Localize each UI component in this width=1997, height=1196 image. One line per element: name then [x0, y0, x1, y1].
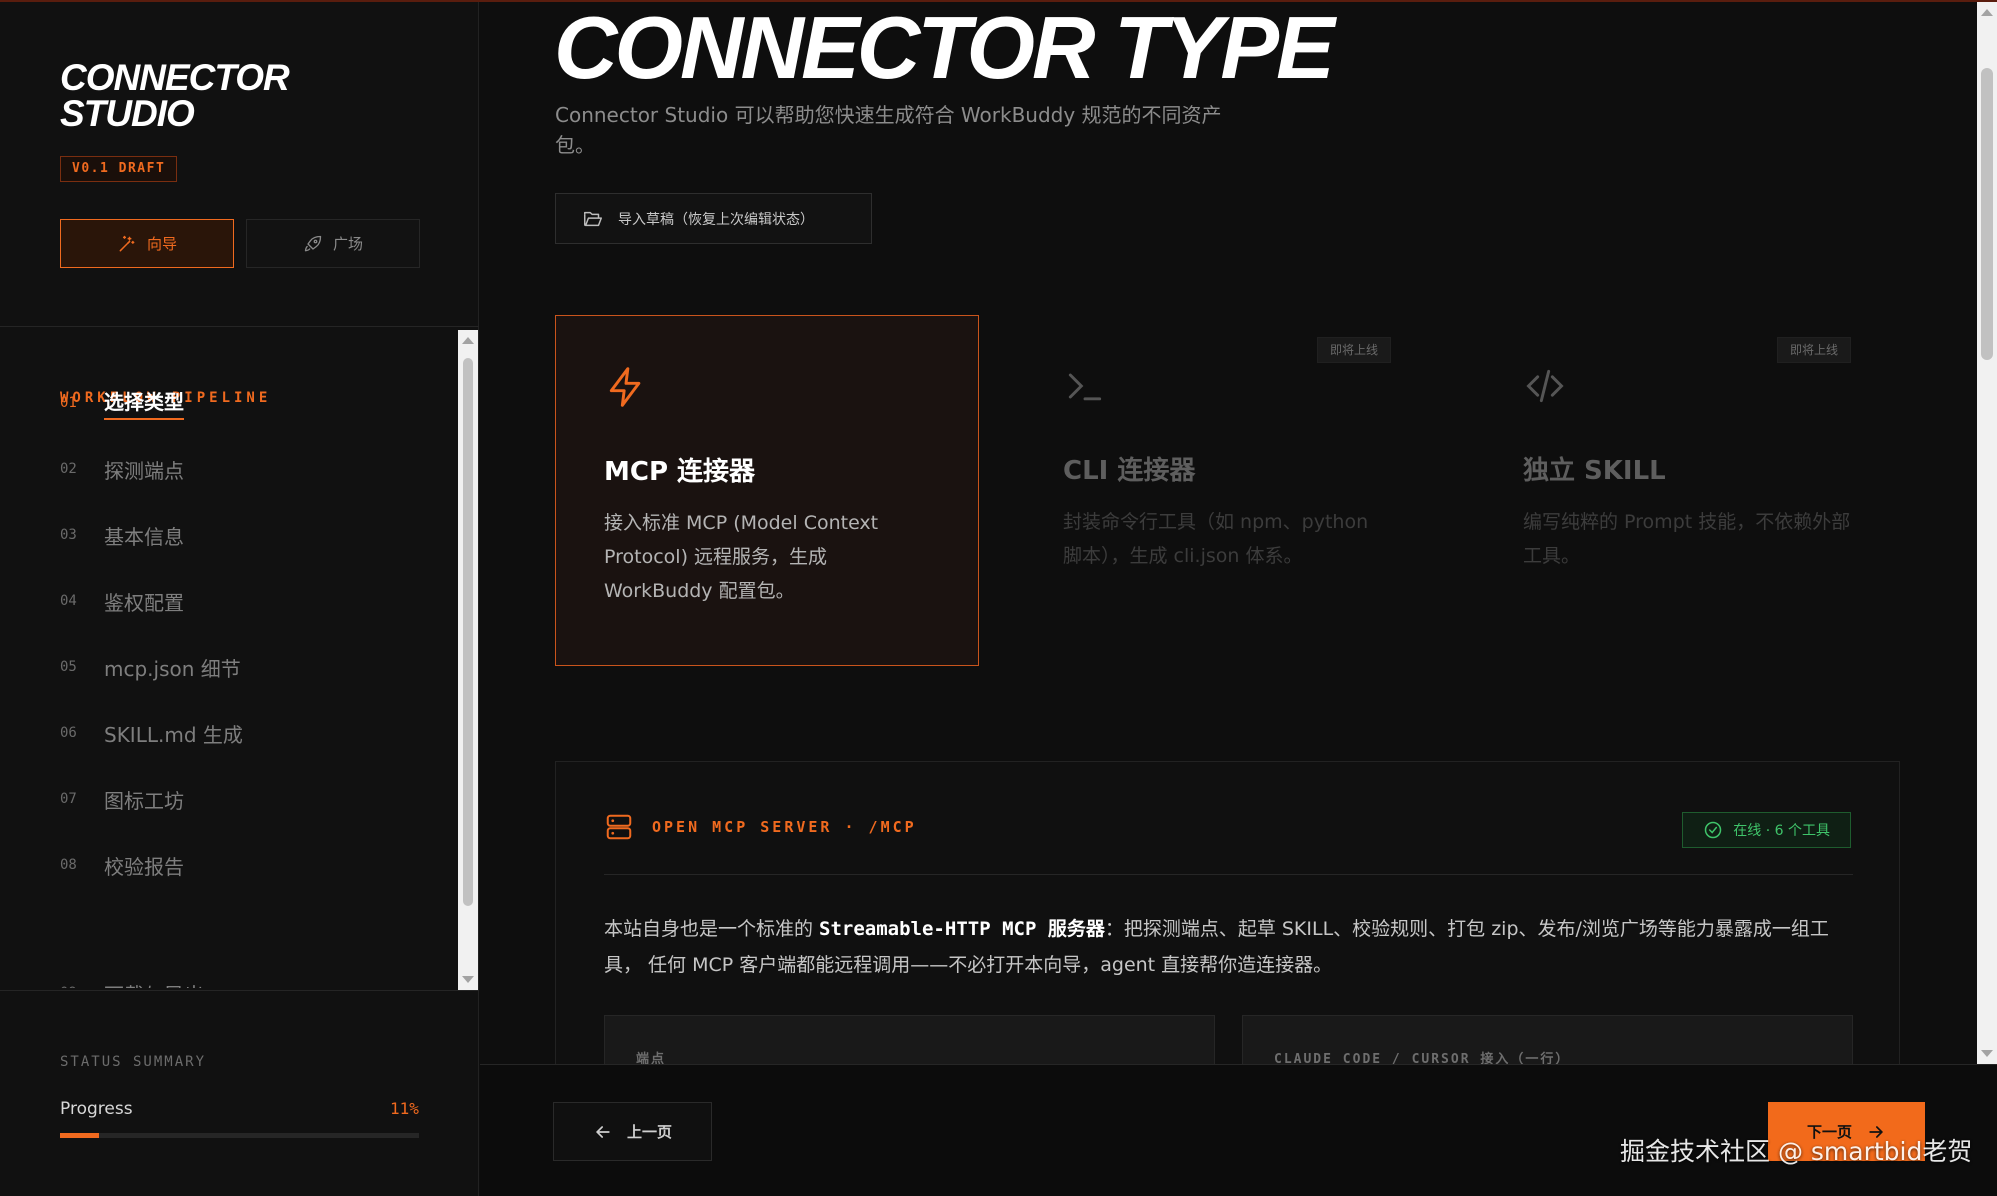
step-number: 09 — [60, 985, 104, 988]
magic-wand-icon — [119, 235, 135, 251]
mcp-panel-title: OPEN MCP SERVER · /MCP — [652, 818, 917, 836]
rocket-icon — [304, 235, 322, 251]
mcp-text-code: Streamable-HTTP MCP 服务器 — [819, 918, 1105, 940]
check-circle-icon — [1705, 821, 1722, 839]
progress-bar — [60, 1133, 419, 1138]
card-title: 独立 SKILL — [1523, 456, 1666, 486]
import-draft-label: 导入草稿（恢复上次编辑状态） — [618, 211, 814, 228]
card-title: CLI 连接器 — [1063, 456, 1196, 486]
main-scrollbar[interactable] — [1977, 2, 1997, 1064]
brand-line-2: STUDIO — [60, 93, 195, 134]
sidebar-divider — [0, 326, 479, 327]
wizard-button[interactable]: 向导 — [60, 219, 234, 268]
scrollbar-thumb[interactable] — [1981, 68, 1993, 360]
sidebar: CONNECTOR STUDIO V0.1 DRAFT 向导 广场 WORKFL… — [0, 2, 479, 1196]
mcp-panel-header: OPEN MCP SERVER · /MCP — [604, 812, 917, 842]
scroll-down-arrow-icon[interactable] — [462, 976, 474, 983]
online-status-text: 在线 · 6 个工具 — [1733, 823, 1830, 839]
step-label: 图标工坊 — [104, 788, 184, 813]
step-number: 01 — [60, 395, 77, 411]
pipeline-step-select-type[interactable]: 01 选择类型 — [60, 383, 184, 423]
brand-line-1: CONNECTOR — [60, 57, 290, 98]
lightning-icon — [609, 367, 641, 407]
step-number: 06 — [60, 725, 77, 741]
step-label: 探测端点 — [104, 458, 184, 483]
brand-logo: CONNECTOR STUDIO — [60, 57, 290, 134]
terminal-icon — [1068, 373, 1102, 401]
step-number: 04 — [60, 593, 77, 609]
arrow-left-icon — [596, 1125, 610, 1138]
coming-soon-badge: 即将上线 — [1776, 337, 1851, 363]
pipeline-step-auth-config[interactable]: 04 鉴权配置 — [60, 581, 184, 621]
pipeline-step-validation-report[interactable]: 08 校验报告 — [60, 845, 184, 885]
card-description: 编写纯粹的 Prompt 技能，不依赖外部工具。 — [1523, 511, 1851, 567]
step-label: 下载与导出 — [104, 979, 204, 989]
progress-bar-fill — [60, 1133, 100, 1138]
mcp-text-prefix: 本站自身也是一个标准的 — [604, 918, 820, 940]
main-content: CONNECTOR TYPE Connector Studio 可以帮助您快速生… — [480, 2, 1977, 1064]
pipeline-step-icon-workshop[interactable]: 07 图标工坊 — [60, 779, 184, 819]
type-card-skill: 即将上线 独立 SKILL 编写纯粹的 Prompt 技能，不依赖外部工具。 — [1475, 315, 1899, 666]
endpoint-box: 端点 — [604, 1015, 1215, 1064]
scroll-up-arrow-icon[interactable] — [1981, 9, 1993, 16]
code-icon — [1526, 369, 1564, 403]
card-description: 封装命令行工具（如 npm、python 脚本），生成 cli.json 体系。 — [1063, 511, 1369, 567]
mcp-panel-description: 本站自身也是一个标准的 Streamable-HTTP MCP 服务器：把探测端… — [604, 911, 1853, 983]
card-description: 接入标准 MCP (Model Context Protocol) 远程服务，生… — [604, 512, 879, 602]
page-description: Connector Studio 可以帮助您快速生成符合 WorkBuddy 规… — [555, 103, 1222, 157]
progress-label: Progress — [60, 1099, 133, 1119]
step-label: mcp.json 细节 — [104, 656, 241, 681]
sidebar-divider-bottom — [0, 990, 479, 991]
folder-open-icon — [584, 211, 602, 226]
claude-cursor-label: CLAUDE CODE / CURSOR 接入（一行） — [1274, 1052, 1571, 1064]
plaza-button[interactable]: 广场 — [246, 219, 420, 268]
page-title: CONNECTOR TYPE — [554, 2, 1335, 97]
plaza-label: 广场 — [332, 235, 363, 253]
status-summary-title: STATUS SUMMARY — [60, 1054, 207, 1070]
step-number: 03 — [60, 527, 77, 543]
sidebar-scrollbar[interactable] — [458, 330, 478, 990]
step-number: 08 — [60, 857, 77, 873]
pipeline-list: WORKFLOW PIPELINE 01 选择类型 02 探测端点 03 基本信… — [0, 328, 458, 988]
endpoint-label: 端点 — [636, 1052, 667, 1064]
type-card-cli: 即将上线 CLI 连接器 封装命令行工具（如 npm、python 脚本），生成… — [1015, 315, 1439, 666]
scroll-up-arrow-icon[interactable] — [462, 337, 474, 344]
step-number: 05 — [60, 659, 77, 675]
pipeline-step-probe-endpoint[interactable]: 02 探测端点 — [60, 449, 184, 489]
step-label: 基本信息 — [104, 524, 184, 549]
import-draft-button[interactable]: 导入草稿（恢复上次编辑状态） — [555, 193, 872, 244]
coming-soon-badge: 即将上线 — [1316, 337, 1391, 363]
open-mcp-server-panel: OPEN MCP SERVER · /MCP 在线 · 6 个工具 本站自身也是… — [555, 761, 1900, 1064]
claude-cursor-box: CLAUDE CODE / CURSOR 接入（一行） — [1242, 1015, 1853, 1064]
scrollbar-thumb[interactable] — [463, 358, 473, 906]
pipeline-step-download-export[interactable]: 09 下载与导出 — [60, 973, 204, 989]
step-label: 校验报告 — [104, 854, 184, 879]
pipeline-step-basic-info[interactable]: 03 基本信息 — [60, 515, 184, 555]
step-number: 07 — [60, 791, 77, 807]
progress-value: 11% — [390, 1099, 419, 1118]
step-label: SKILL.md 生成 — [104, 722, 243, 747]
watermark: 掘金技术社区 @ smartbid老贺 — [1620, 1137, 1973, 1166]
type-card-mcp[interactable]: MCP 连接器 接入标准 MCP (Model Context Protocol… — [555, 315, 979, 666]
server-icon — [606, 814, 632, 840]
wizard-label: 向导 — [146, 235, 177, 253]
footer-bar: 上一页 下一页 — [480, 1064, 1997, 1196]
previous-page-button[interactable]: 上一页 — [553, 1102, 712, 1161]
version-badge: V0.1 DRAFT — [60, 156, 178, 182]
card-title: MCP 连接器 — [604, 457, 756, 487]
step-number: 02 — [60, 461, 77, 477]
step-label: 选择类型 — [104, 386, 184, 420]
online-status-badge: 在线 · 6 个工具 — [1682, 812, 1851, 848]
pipeline-step-mcp-json[interactable]: 05 mcp.json 细节 — [60, 647, 241, 687]
mcp-panel-divider — [604, 874, 1853, 875]
pipeline-step-skill-md[interactable]: 06 SKILL.md 生成 — [60, 713, 243, 753]
scroll-down-arrow-icon[interactable] — [1981, 1050, 1993, 1057]
previous-page-label: 上一页 — [626, 1123, 672, 1141]
step-label: 鉴权配置 — [104, 590, 184, 615]
